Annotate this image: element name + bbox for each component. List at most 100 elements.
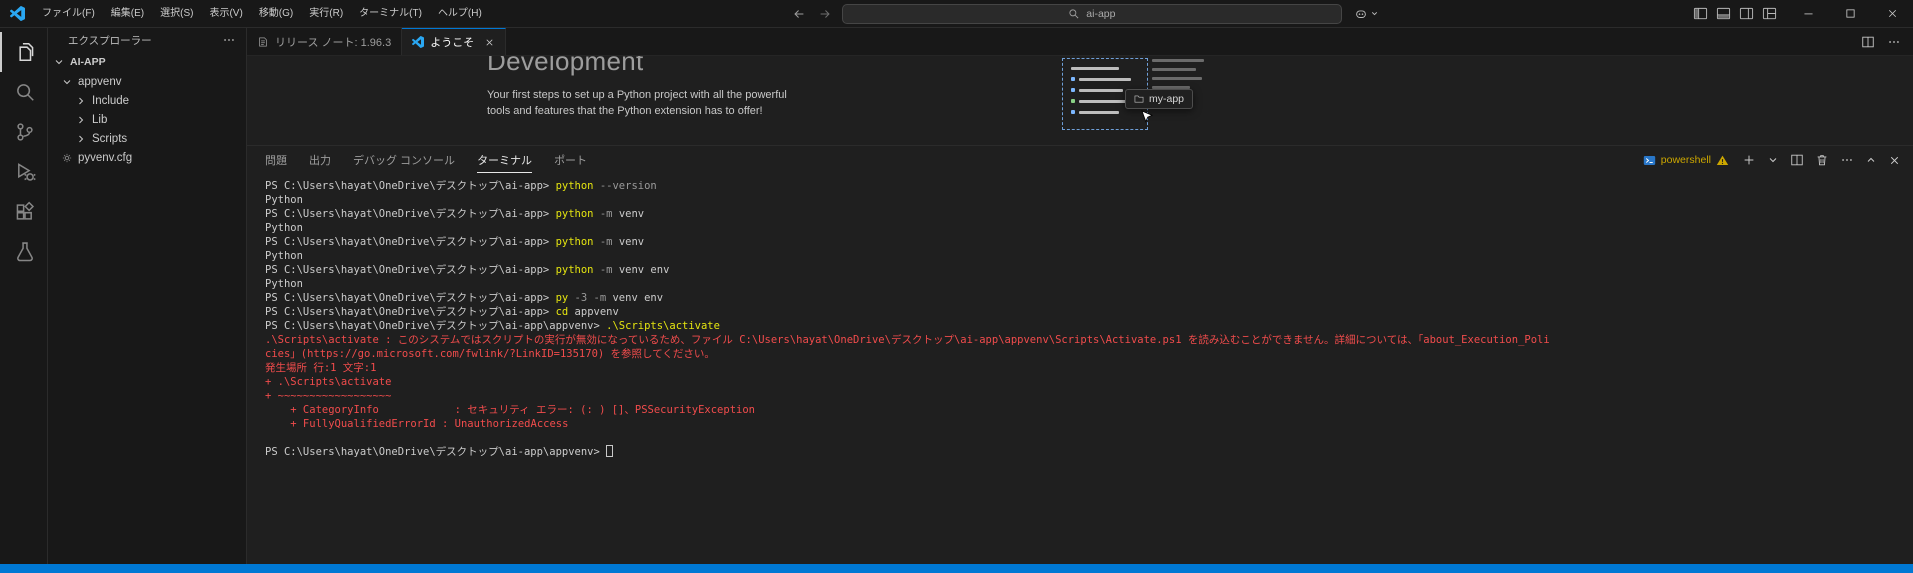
tree-item-label: Include <box>92 94 130 107</box>
tree-item-label: pyvenv.cfg <box>78 151 133 164</box>
search-icon <box>16 84 34 101</box>
go-back-icon[interactable] <box>790 7 808 21</box>
terminal-text: PS C:\Users\hayat\OneDrive\デスクトップ\ai-app… <box>265 264 556 276</box>
terminal-line: PS C:\Users\hayat\OneDrive\デスクトップ\ai-app… <box>265 235 1913 249</box>
terminal-line: + .\Scripts\activate <box>265 375 1913 389</box>
terminal-text: PS C:\Users\hayat\OneDrive\デスクトップ\ai-app… <box>265 320 607 332</box>
more-actions-icon[interactable] <box>1887 35 1901 49</box>
menu-file[interactable]: ファイル(F) <box>34 4 103 24</box>
menu-view[interactable]: 表示(V) <box>201 4 250 24</box>
titlebar-right <box>1683 0 1913 27</box>
close-tab-icon[interactable] <box>484 37 495 48</box>
terminal-text: cies」(https://go.microsoft.com/fwlink/?L… <box>265 348 715 360</box>
panel-tab-output[interactable]: 出力 <box>309 152 331 168</box>
kill-terminal-button[interactable] <box>1815 153 1829 167</box>
tab-label: ようこそ <box>430 37 475 49</box>
menu-help[interactable]: ヘルプ(H) <box>430 4 490 24</box>
split-editor-icon[interactable] <box>1861 35 1875 49</box>
new-terminal-button[interactable] <box>1742 153 1756 167</box>
tree-item-scripts[interactable]: Scripts <box>48 129 246 148</box>
terminal-cursor <box>606 445 614 457</box>
terminal-text: + CategoryInfo : セキュリティ エラー: (: ) []、PSS… <box>265 404 755 416</box>
terminal-text: + .\Scripts\activate <box>265 376 392 388</box>
editor-actions <box>1861 28 1913 55</box>
more-actions-icon[interactable] <box>1840 153 1854 167</box>
panel-header: 問題 出力 デバッグ コンソール ターミナル ポート powershell <box>247 146 1913 174</box>
go-forward-icon[interactable] <box>816 7 834 21</box>
terminal-line: Python <box>265 249 1913 263</box>
layout-controls <box>1693 6 1777 21</box>
terminal-text: py <box>555 292 575 304</box>
editor-tab-bar: リリース ノート: 1.96.3 ようこそ <box>247 28 1913 56</box>
bottom-panel: 問題 出力 デバッグ コンソール ターミナル ポート powershell PS… <box>247 145 1913 564</box>
terminal-text: Python <box>265 194 303 206</box>
toggle-panel-icon[interactable] <box>1716 6 1731 21</box>
tree-item-lib[interactable]: Lib <box>48 110 246 129</box>
editor-area: リリース ノート: 1.96.3 ようこそ Development Your f… <box>247 28 1913 564</box>
activitybar-explorer[interactable] <box>0 32 47 72</box>
activitybar-run-and-debug[interactable] <box>0 152 47 192</box>
activitybar-extensions[interactable] <box>0 192 47 232</box>
tree-item-pyvenv-cfg[interactable]: pyvenv.cfg <box>48 148 246 167</box>
menu-terminal[interactable]: ターミナル(T) <box>351 4 430 24</box>
terminal-text: 発生場所 行:1 文字:1 <box>265 362 377 374</box>
maximize-button[interactable] <box>1829 0 1871 27</box>
drag-tooltip: my-app <box>1125 89 1194 109</box>
customize-layout-icon[interactable] <box>1762 6 1777 21</box>
panel-tab-problems[interactable]: 問題 <box>265 152 287 168</box>
terminal-text: PS C:\Users\hayat\OneDrive\デスクトップ\ai-app… <box>265 306 556 318</box>
terminal-profile-powershell[interactable]: powershell <box>1643 154 1729 167</box>
beaker-icon <box>16 242 33 262</box>
activitybar-search[interactable] <box>0 72 47 112</box>
menu-selection[interactable]: 選択(S) <box>152 4 201 24</box>
terminal-text: venv env <box>612 292 664 304</box>
maximize-panel-button[interactable] <box>1865 154 1877 166</box>
terminal-text: venv env <box>618 264 670 276</box>
menu-bar: ファイル(F) 編集(E) 選択(S) 表示(V) 移動(G) 実行(R) ター… <box>34 4 490 24</box>
activitybar-source-control[interactable] <box>0 112 47 152</box>
panel-tab-terminal[interactable]: ターミナル <box>477 152 533 173</box>
status-bar[interactable] <box>0 564 1913 573</box>
chevron-down-icon <box>52 56 66 68</box>
search-icon <box>1068 8 1080 20</box>
toggle-primary-sidebar-icon[interactable] <box>1693 6 1708 21</box>
toggle-secondary-sidebar-icon[interactable] <box>1739 6 1754 21</box>
split-terminal-button[interactable] <box>1790 153 1804 167</box>
explorer-section-ai-app[interactable]: AI-APP <box>48 52 246 72</box>
tab-release-notes[interactable]: リリース ノート: 1.96.3 <box>247 28 403 55</box>
tree-item-appvenv[interactable]: appvenv <box>48 72 246 91</box>
panel-tab-ports[interactable]: ポート <box>554 152 587 168</box>
terminal-text: PS C:\Users\hayat\OneDrive\デスクトップ\ai-app… <box>265 208 556 220</box>
copilot-menu-icon[interactable] <box>1350 7 1383 21</box>
terminal[interactable]: PS C:\Users\hayat\OneDrive\デスクトップ\ai-app… <box>247 174 1913 564</box>
release-notes-icon <box>259 37 267 46</box>
launch-profile-chevron-icon[interactable] <box>1767 154 1779 166</box>
close-window-button[interactable] <box>1871 0 1913 27</box>
terminal-text: Python <box>265 222 303 234</box>
menu-run[interactable]: 実行(R) <box>301 4 351 24</box>
panel-tab-debug-console[interactable]: デバッグ コンソール <box>353 152 455 168</box>
terminal-line: PS C:\Users\hayat\OneDrive\デスクトップ\ai-app… <box>265 207 1913 221</box>
source-control-icon <box>16 123 33 141</box>
minimize-button[interactable] <box>1787 0 1829 27</box>
terminal-text: Python <box>265 278 303 290</box>
warning-icon <box>1716 154 1729 167</box>
description-line: Your first steps to set up a Python proj… <box>487 89 787 101</box>
more-actions-icon[interactable] <box>222 33 236 47</box>
tab-welcome[interactable]: ようこそ <box>402 28 507 55</box>
terminal-text: python <box>555 264 600 276</box>
tree-item-label: appvenv <box>78 75 122 88</box>
menu-go[interactable]: 移動(G) <box>251 4 301 24</box>
terminal-line: PS C:\Users\hayat\OneDrive\デスクトップ\ai-app… <box>265 445 1913 459</box>
tree-item-include[interactable]: Include <box>48 91 246 110</box>
terminal-line: cies」(https://go.microsoft.com/fwlink/?L… <box>265 347 1913 361</box>
walkthrough-heading-wrap: Development <box>487 56 644 80</box>
sidebar-title: エクスプローラー <box>68 34 152 47</box>
menu-edit[interactable]: 編集(E) <box>103 4 152 24</box>
close-panel-button[interactable] <box>1888 154 1901 167</box>
terminal-text: -m <box>599 264 619 276</box>
terminal-text: python <box>555 180 600 192</box>
command-center-search[interactable]: ai-app <box>841 3 1342 24</box>
activitybar-testing[interactable] <box>0 232 47 272</box>
welcome-page: Development Your first steps to set up a… <box>247 56 1913 145</box>
